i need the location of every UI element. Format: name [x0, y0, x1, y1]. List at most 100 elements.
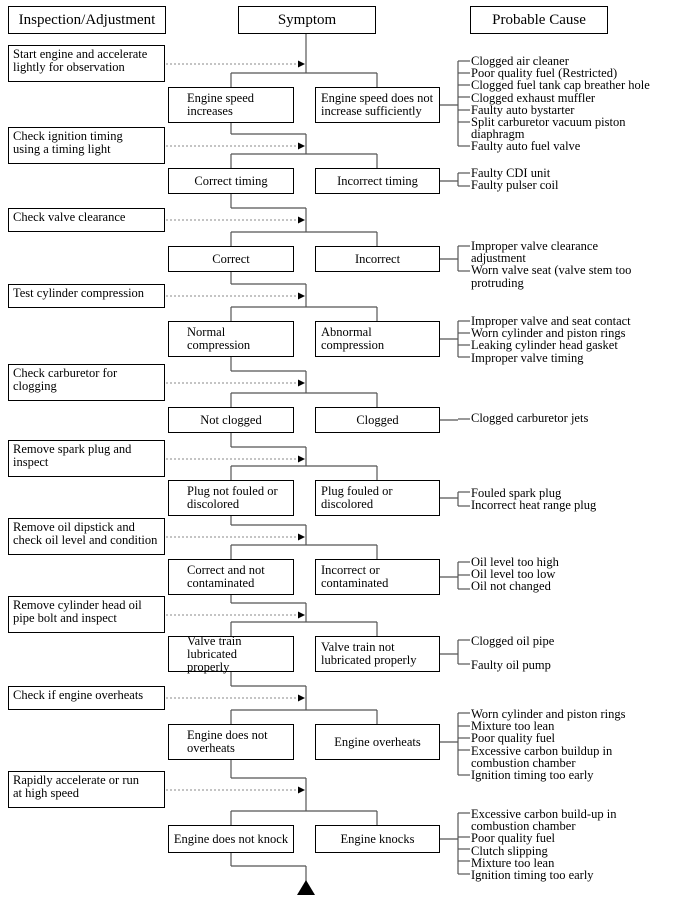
arrow-head-icon — [298, 292, 305, 300]
probable-cause-list: Clogged air cleaner Poor quality fuel (Re… — [471, 55, 650, 153]
probable-cause-item: Poor quality fuel — [471, 831, 556, 846]
symptom-fault-text: Incorrect or contaminated — [321, 563, 389, 590]
symptom-fault-box: Incorrect or contaminated — [315, 559, 440, 595]
symptom-fault-box: Valve train not lubricated properly — [315, 636, 440, 672]
symptom-ok-text: Normal compression — [187, 325, 251, 352]
probable-cause-list: Fouled spark plug Incorrect heat range pl… — [471, 487, 597, 513]
symptom-ok-box: Correct timing — [168, 168, 294, 194]
probable-cause-item: Oil not changed — [471, 579, 551, 594]
arrow-head-icon — [298, 142, 305, 150]
symptom-fault-box: Engine overheats — [315, 724, 440, 760]
arrow-head-icon — [298, 216, 305, 224]
symptom-ok-box: Correct — [168, 246, 294, 272]
probable-cause-item: Clogged carburetor jets — [471, 411, 589, 425]
probable-cause-item: Poor quality fuel — [471, 731, 556, 746]
arrow-head-icon — [298, 611, 305, 619]
inspection-step: Test cylinder compression — [8, 284, 165, 308]
symptom-ok-box: Normal compression — [168, 321, 294, 357]
inspection-step-text: Check ignition timing using a timing lig… — [13, 129, 123, 156]
symptom-ok-text: Plug not fouled or discolored — [187, 484, 278, 511]
arrow-head-icon — [298, 455, 305, 463]
symptom-ok-text: Valve train lubricated properly — [187, 633, 242, 674]
header-probable-cause: Probable Cause — [470, 6, 608, 34]
probable-cause-list: Clogged carburetor jets — [471, 411, 589, 425]
symptom-ok-box: Valve train lubricated properly — [168, 633, 294, 674]
probable-cause-item: Ignition timing too early — [471, 768, 594, 783]
symptom-fault-text: Engine knocks — [340, 831, 415, 846]
symptom-ok-box: Engine does not knock — [168, 825, 294, 853]
arrow-head-icon — [298, 694, 305, 702]
symptom-ok-box: Engine speed increases — [168, 87, 294, 123]
header-inspection-label: Inspection/Adjustment — [18, 11, 156, 28]
probable-cause-item: Faulty pulser coil — [471, 178, 559, 193]
probable-cause-item: Faulty auto fuel valve — [471, 139, 581, 154]
header-symptom-label: Symptom — [277, 11, 337, 28]
symptom-fault-text: Abnormal compression — [321, 325, 385, 352]
inspection-step-text: Start engine and accelerate lightly for … — [13, 47, 148, 74]
probable-cause-item: Faulty oil pump — [471, 658, 551, 673]
inspection-step-text: Remove oil dipstick and check oil level … — [13, 520, 158, 547]
header-inspection-adjustment: Inspection/Adjustment — [8, 6, 166, 34]
arrow-head-icon — [298, 786, 305, 794]
probable-cause-list: Faulty CDI unit Faulty pulser coil — [471, 167, 559, 193]
arrow-head-icon — [298, 533, 305, 541]
continue-triangle-icon — [297, 880, 315, 895]
symptom-ok-box: Correct and not contaminated — [168, 559, 294, 595]
arrow-head-icon — [298, 379, 305, 387]
symptom-fault-box: Clogged — [315, 407, 440, 433]
probable-cause-item: Clogged oil pipe — [471, 634, 555, 648]
symptom-fault-text: Valve train not lubricated properly — [321, 640, 417, 667]
probable-cause-item: Split carburetor vacuum piston diaphragm — [471, 115, 626, 142]
symptom-ok-text: Correct — [212, 251, 250, 266]
inspection-step-text: Rapidly accelerate or run at high speed — [13, 773, 139, 800]
probable-cause-item: Clogged exhaust muffler — [471, 90, 596, 105]
symptom-fault-box: Engine speed does not increase sufficien… — [315, 87, 440, 123]
inspection-step: Start engine and accelerate lightly for … — [8, 45, 165, 82]
probable-cause-list: Oil level too high Oil level too low Oil n… — [471, 556, 559, 593]
inspection-step: Remove cylinder head oil pipe bolt and i… — [8, 596, 165, 633]
symptom-ok-box: Plug not fouled or discolored — [168, 480, 294, 516]
probable-cause-item: Clogged fuel tank cap breather hole — [471, 78, 650, 93]
symptom-ok-text: Engine does not overheats — [187, 728, 268, 755]
inspection-step-text: Remove spark plug and inspect — [13, 442, 132, 469]
inspection-step-text: Remove cylinder head oil pipe bolt and i… — [13, 598, 142, 625]
inspection-step-text: Check if engine overheats — [13, 688, 144, 702]
symptom-fault-box: Incorrect timing — [315, 168, 440, 194]
probable-cause-item: Incorrect heat range plug — [471, 498, 597, 513]
inspection-step-text: Test cylinder compression — [13, 286, 145, 300]
header-cause-label: Probable Cause — [492, 11, 586, 28]
inspection-step: Check valve clearance — [8, 208, 165, 232]
inspection-step: Remove oil dipstick and check oil level … — [8, 518, 165, 555]
symptom-ok-text: Correct and not contaminated — [187, 563, 265, 590]
probable-cause-list: Improper valve and seat contact Worn cyli… — [471, 315, 631, 364]
inspection-step-text: Check carburetor for clogging — [13, 366, 118, 393]
inspection-step: Rapidly accelerate or run at high speed — [8, 771, 165, 808]
symptom-fault-box: Plug fouled or discolored — [315, 480, 440, 516]
arrow-head-icon — [298, 60, 305, 68]
probable-cause-item: Ignition timing too early — [471, 868, 594, 883]
symptom-ok-text: Correct timing — [194, 173, 268, 188]
probable-cause-item: Improper valve timing — [471, 350, 584, 365]
probable-cause-item: Excessive carbon buildup in combustion c… — [471, 743, 613, 770]
inspection-step-text: Check valve clearance — [13, 210, 126, 224]
symptom-fault-text: Engine speed does not increase sufficien… — [321, 91, 434, 118]
symptom-fault-text: Incorrect — [354, 251, 401, 266]
inspection-step: Remove spark plug and inspect — [8, 440, 165, 477]
header-symptom: Symptom — [238, 6, 376, 34]
symptom-fault-box: Engine knocks — [315, 825, 440, 853]
symptom-fault-text: Engine overheats — [334, 734, 421, 749]
symptom-ok-box: Engine does not overheats — [168, 724, 294, 760]
symptom-ok-text: Engine speed increases — [187, 91, 254, 118]
symptom-fault-box: Abnormal compression — [315, 321, 440, 357]
probable-cause-list: Excessive carbon build-up in combustion … — [471, 808, 616, 883]
symptom-fault-box: Incorrect — [315, 246, 440, 272]
probable-cause-list: Worn cylinder and piston rings Mixture to… — [471, 708, 626, 783]
symptom-fault-text: Plug fouled or discolored — [321, 484, 393, 511]
symptom-ok-text: Engine does not knock — [173, 831, 289, 846]
probable-cause-item: Worn valve seat (valve stem too protrudi… — [471, 263, 632, 290]
probable-cause-list: Clogged oil pipe Faulty oil pump — [471, 634, 555, 673]
inspection-step: Check carburetor for clogging — [8, 364, 165, 401]
probable-cause-item: Clutch slipping — [471, 843, 548, 858]
probable-cause-list: Improper valve clearance adjustment Worn … — [471, 240, 631, 289]
symptom-ok-box: Not clogged — [168, 407, 294, 433]
